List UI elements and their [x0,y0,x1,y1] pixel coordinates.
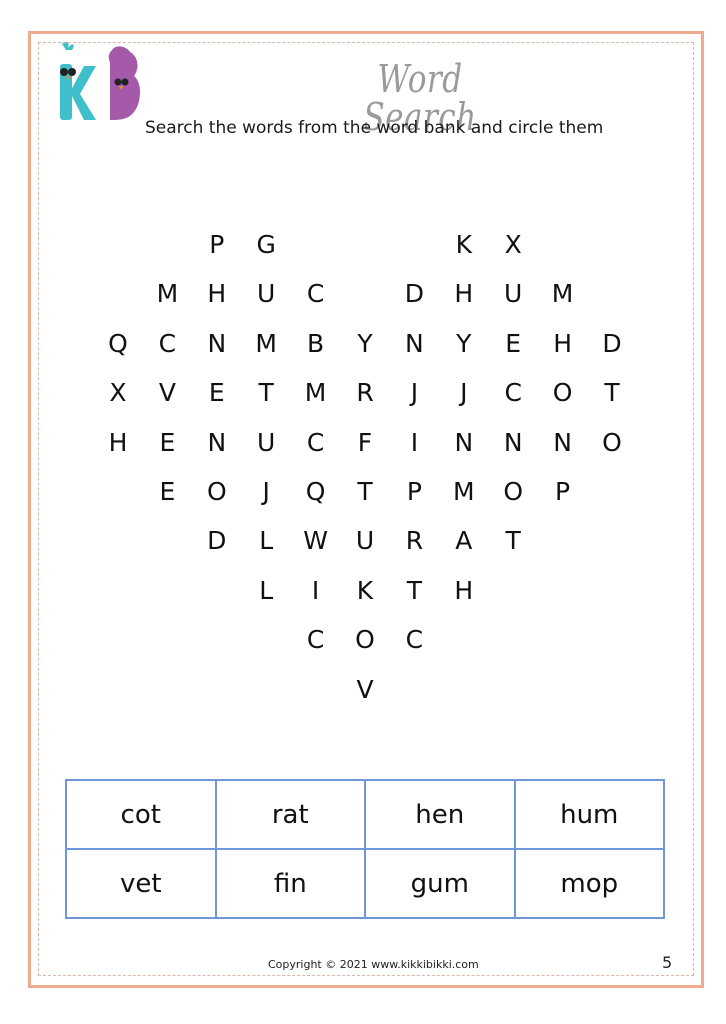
grid-letter[interactable]: M [246,326,286,362]
grid-letter[interactable]: H [543,326,583,362]
grid-letter[interactable]: U [493,276,533,312]
grid-letter[interactable]: M [147,276,187,312]
grid-letter[interactable]: Y [444,326,484,362]
word-bank-row: vet fin gum mop [65,848,665,919]
grid-letter[interactable]: B [296,326,336,362]
grid-letter[interactable]: N [394,326,434,362]
grid-letter[interactable]: X [98,375,138,411]
grid-letter[interactable]: N [543,425,583,461]
word-bank-cell: cot [65,779,217,850]
grid-letter[interactable]: O [592,425,632,461]
word-bank-row: cot rat hen hum [65,779,665,850]
grid-letter[interactable]: L [246,523,286,559]
grid-letter[interactable]: P [394,474,434,510]
grid-letter[interactable]: U [345,523,385,559]
grid-letter[interactable]: W [296,523,336,559]
grid-letter[interactable]: T [394,573,434,609]
grid-letter[interactable]: C [296,622,336,658]
grid-letter[interactable]: T [345,474,385,510]
grid-letter[interactable]: O [493,474,533,510]
grid-letter[interactable]: E [147,425,187,461]
grid-letter[interactable]: E [197,375,237,411]
grid-letter[interactable]: I [394,425,434,461]
grid-letter[interactable]: I [296,573,336,609]
grid-letter[interactable]: H [98,425,138,461]
word-search-grid: PGKXMHUCDHUMQCNMBYNYEHDXVETMRJJCOTHENUCF… [0,0,726,720]
grid-letter[interactable]: N [197,326,237,362]
grid-letter[interactable]: D [592,326,632,362]
grid-letter[interactable]: C [296,425,336,461]
grid-letter[interactable]: Q [98,326,138,362]
grid-letter[interactable]: C [493,375,533,411]
grid-letter[interactable]: E [147,474,187,510]
grid-letter[interactable]: Y [345,326,385,362]
grid-letter[interactable]: L [246,573,286,609]
grid-letter[interactable]: M [296,375,336,411]
grid-letter[interactable]: R [345,375,385,411]
grid-letter[interactable]: K [345,573,385,609]
grid-letter[interactable]: U [246,276,286,312]
grid-letter[interactable]: J [444,375,484,411]
word-bank-cell: hen [364,779,516,850]
grid-letter[interactable]: V [147,375,187,411]
grid-letter[interactable]: T [246,375,286,411]
page-number: 5 [662,953,673,972]
grid-letter[interactable]: C [296,276,336,312]
grid-letter[interactable]: N [493,425,533,461]
grid-letter[interactable]: O [197,474,237,510]
word-bank-cell: fin [214,848,366,919]
grid-letter[interactable]: N [197,425,237,461]
grid-letter[interactable]: U [246,425,286,461]
grid-letter[interactable]: H [197,276,237,312]
grid-letter[interactable]: T [592,375,632,411]
grid-letter[interactable]: G [246,227,286,263]
grid-letter[interactable]: E [493,326,533,362]
grid-letter[interactable]: J [394,375,434,411]
grid-letter[interactable]: P [197,227,237,263]
word-bank-cell: gum [364,848,516,919]
word-bank-cell: rat [214,779,366,850]
grid-letter[interactable]: D [197,523,237,559]
word-bank-cell: vet [65,848,217,919]
grid-letter[interactable]: A [444,523,484,559]
grid-letter[interactable]: P [543,474,583,510]
word-bank-table: cot rat hen hum vet fin gum mop [65,779,665,919]
grid-letter[interactable]: X [493,227,533,263]
grid-letter[interactable]: H [444,573,484,609]
grid-letter[interactable]: C [394,622,434,658]
grid-letter[interactable]: Q [296,474,336,510]
grid-letter[interactable]: M [444,474,484,510]
grid-letter[interactable]: O [345,622,385,658]
grid-letter[interactable]: D [394,276,434,312]
grid-letter[interactable]: F [345,425,385,461]
grid-letter[interactable]: J [246,474,286,510]
grid-letter[interactable]: V [345,672,385,708]
grid-letter[interactable]: O [543,375,583,411]
grid-letter[interactable]: R [394,523,434,559]
grid-letter[interactable]: H [444,276,484,312]
word-bank-cell: hum [513,779,665,850]
grid-letter[interactable]: T [493,523,533,559]
grid-letter[interactable]: K [444,227,484,263]
grid-letter[interactable]: N [444,425,484,461]
word-bank-cell: mop [513,848,665,919]
grid-letter[interactable]: M [543,276,583,312]
copyright-notice: Copyright © 2021 www.kikkibikki.com [268,958,479,971]
grid-letter[interactable]: C [147,326,187,362]
